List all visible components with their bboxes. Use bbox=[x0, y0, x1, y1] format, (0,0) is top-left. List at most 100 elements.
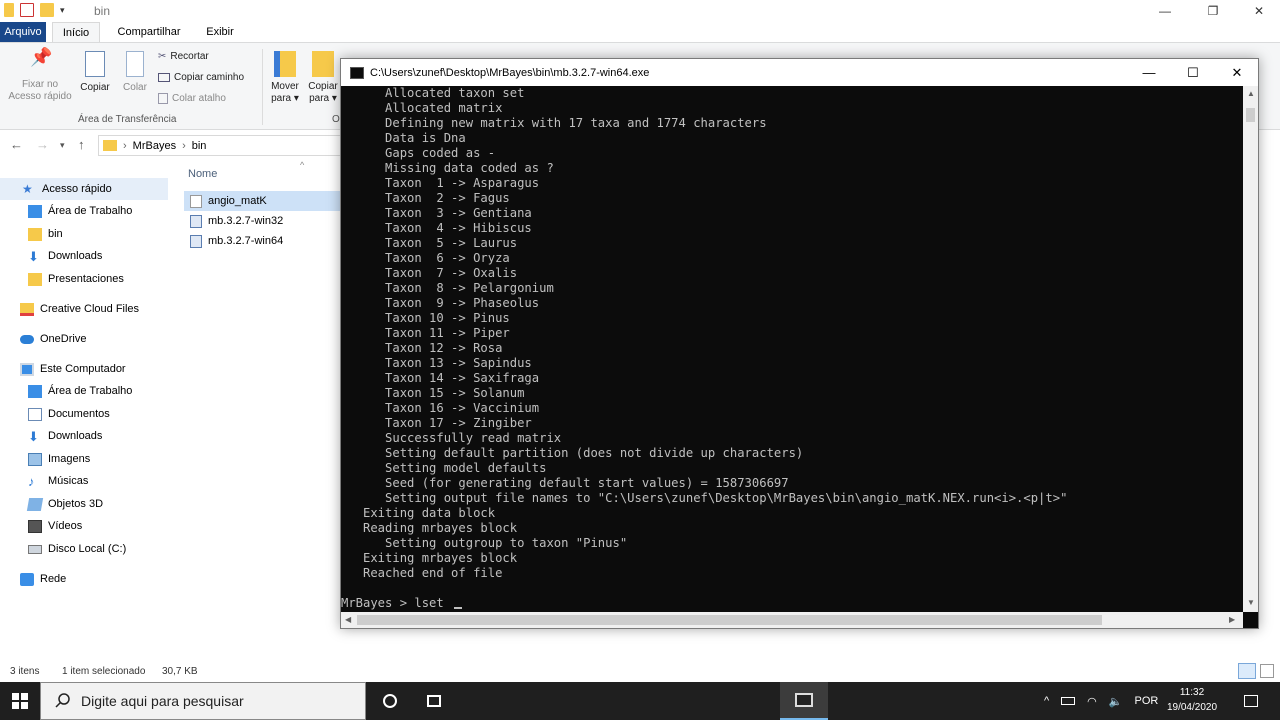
copy-path-icon bbox=[158, 73, 170, 82]
sidebar-item-label: Disco Local (C:) bbox=[48, 543, 127, 555]
paste-button[interactable]: Colar bbox=[118, 51, 152, 94]
copy-button[interactable]: Copiar bbox=[76, 51, 114, 94]
sidebar-item-downloads-pc[interactable]: ⬇ Downloads bbox=[0, 425, 168, 447]
pin-label-1: Fixar no bbox=[21, 79, 59, 90]
task-view-cortana-button[interactable] bbox=[366, 682, 414, 720]
sidebar-item-onedrive[interactable]: OneDrive bbox=[0, 328, 168, 350]
details-view-icon[interactable] bbox=[1238, 663, 1256, 679]
maximize-button[interactable]: ❐ bbox=[1190, 0, 1236, 22]
exe-icon bbox=[190, 234, 202, 248]
sidebar-item-videos[interactable]: Vídeos bbox=[0, 515, 168, 537]
sidebar-item-desktop[interactable]: Área de Trabalho bbox=[0, 200, 168, 222]
sidebar-item-desktop-pc[interactable]: Área de Trabalho bbox=[0, 380, 168, 402]
language-indicator[interactable]: POR bbox=[1134, 695, 1158, 707]
console-line: Taxon 7 -> Oxalis bbox=[341, 266, 518, 280]
console-line: Setting default partition (does not divi… bbox=[341, 446, 804, 460]
tab-file[interactable]: Arquivo bbox=[0, 22, 46, 42]
tab-share[interactable]: Compartilhar bbox=[108, 22, 190, 42]
large-icons-view-icon[interactable] bbox=[1260, 664, 1274, 678]
console-hscroll-thumb[interactable] bbox=[357, 615, 1102, 625]
properties-icon[interactable] bbox=[20, 3, 34, 17]
sidebar-item-presentaciones[interactable]: Presentaciones bbox=[0, 268, 168, 290]
sidebar-item-downloads[interactable]: ⬇ Downloads bbox=[0, 245, 168, 267]
address-bar[interactable]: › MrBayes › bin bbox=[98, 135, 343, 156]
console-title: C:\Users\zunef\Desktop\MrBayes\bin\mb.3.… bbox=[370, 66, 650, 79]
console-maximize-button[interactable]: ☐ bbox=[1171, 59, 1215, 86]
sidebar-item-documents[interactable]: Documentos bbox=[0, 403, 168, 425]
battery-icon[interactable] bbox=[1061, 697, 1076, 705]
close-button[interactable]: ✕ bbox=[1236, 0, 1280, 22]
tab-home[interactable]: Início bbox=[52, 22, 100, 42]
folder-icon bbox=[4, 3, 14, 17]
sidebar-item-3d-objects[interactable]: Objetos 3D bbox=[0, 493, 168, 515]
volume-icon[interactable]: 🔈 bbox=[1109, 695, 1123, 708]
file-row[interactable]: angio_matK bbox=[184, 191, 342, 211]
forward-arrow-icon[interactable]: → bbox=[36, 137, 49, 152]
selection-size: 30,7 KB bbox=[162, 666, 198, 677]
explorer-title: bin bbox=[94, 4, 111, 18]
column-header-name[interactable]: Nome bbox=[188, 168, 217, 180]
action-center-button[interactable] bbox=[1228, 682, 1274, 720]
breadcrumb-mrbayes[interactable]: MrBayes bbox=[133, 140, 176, 152]
sidebar-item-label: Este Computador bbox=[40, 363, 126, 375]
pin-quick-access-button[interactable]: 📌 Fixar no Acesso rápido bbox=[4, 48, 76, 103]
recent-locations-icon[interactable]: ▾ bbox=[60, 140, 65, 151]
console-window[interactable]: C:\Users\zunef\Desktop\MrBayes\bin\mb.3.… bbox=[340, 58, 1259, 629]
scroll-right-icon[interactable]: ▶ bbox=[1229, 615, 1235, 624]
sidebar-item-creative-cloud[interactable]: Creative Cloud Files bbox=[0, 298, 168, 320]
scroll-down-icon[interactable]: ▼ bbox=[1247, 598, 1255, 607]
console-line: Exiting mrbayes block bbox=[341, 551, 518, 565]
system-tray: ^ ◠ 🔈 POR bbox=[1044, 682, 1158, 720]
tab-view[interactable]: Exibir bbox=[196, 22, 244, 42]
console-vscroll-thumb[interactable] bbox=[1246, 108, 1255, 122]
console-prompt-line[interactable]: MrBayes > lset bbox=[341, 596, 1067, 611]
clock[interactable]: 11:32 19/04/2020 bbox=[1162, 685, 1222, 715]
copy-path-button[interactable]: Copiar caminho bbox=[158, 72, 244, 83]
file-row[interactable]: mb.3.2.7-win64 bbox=[184, 231, 342, 251]
desktop-icon bbox=[28, 384, 42, 398]
up-arrow-icon[interactable]: ↑ bbox=[78, 137, 85, 152]
copy-to-button[interactable]: Copiar para ▾ bbox=[306, 51, 340, 105]
sidebar-item-this-pc[interactable]: Este Computador bbox=[0, 358, 168, 380]
wifi-icon[interactable]: ◠ bbox=[1087, 695, 1097, 708]
start-button[interactable] bbox=[0, 682, 40, 720]
file-row[interactable]: mb.3.2.7-win32 bbox=[184, 211, 342, 231]
console-titlebar[interactable]: C:\Users\zunef\Desktop\MrBayes\bin\mb.3.… bbox=[341, 59, 1258, 86]
console-output[interactable]: Allocated taxon set Allocated matrix Def… bbox=[341, 86, 1243, 612]
sidebar-item-label: bin bbox=[48, 228, 63, 240]
taskbar-search[interactable]: Digite aqui para pesquisar bbox=[40, 682, 366, 720]
file-name: angio_matK bbox=[208, 195, 267, 207]
console-close-button[interactable]: ✕ bbox=[1215, 59, 1259, 86]
organize-group-label: O bbox=[332, 114, 340, 125]
sidebar-item-quick-access[interactable]: ★ Acesso rápido bbox=[0, 178, 168, 200]
sidebar-item-music[interactable]: ♪ Músicas bbox=[0, 470, 168, 492]
breadcrumb-bin[interactable]: bin bbox=[192, 140, 207, 152]
sidebar-item-pictures[interactable]: Imagens bbox=[0, 448, 168, 470]
back-arrow-icon[interactable]: ← bbox=[10, 137, 23, 152]
move-to-icon bbox=[274, 51, 296, 77]
breadcrumb-separator: › bbox=[182, 139, 186, 152]
new-folder-icon[interactable] bbox=[40, 3, 54, 17]
console-minimize-button[interactable]: — bbox=[1127, 59, 1171, 86]
customize-toolbar-icon[interactable]: ▾ bbox=[60, 5, 65, 16]
scroll-up-icon[interactable]: ▲ bbox=[1247, 89, 1255, 98]
sidebar-item-bin[interactable]: bin bbox=[0, 223, 168, 245]
console-line: Reached end of file bbox=[341, 566, 503, 580]
scroll-left-icon[interactable]: ◀ bbox=[345, 615, 351, 624]
task-view-button[interactable] bbox=[410, 682, 458, 720]
chevron-up-icon[interactable]: ^ bbox=[1044, 695, 1049, 707]
console-line: Taxon 12 -> Rosa bbox=[341, 341, 503, 355]
cut-button[interactable]: ✂ Recortar bbox=[158, 51, 209, 62]
console-line: Taxon 5 -> Laurus bbox=[341, 236, 518, 250]
minimize-button[interactable]: — bbox=[1142, 0, 1188, 22]
console-horizontal-scrollbar[interactable]: ◀ ▶ bbox=[341, 612, 1243, 628]
sidebar-item-label: Imagens bbox=[48, 453, 91, 465]
console-vertical-scrollbar[interactable]: ▲ ▼ bbox=[1243, 86, 1258, 612]
sidebar-item-label: Objetos 3D bbox=[48, 498, 104, 510]
paste-shortcut-icon bbox=[158, 93, 168, 104]
sidebar-item-network[interactable]: Rede bbox=[0, 568, 168, 590]
paste-shortcut-button[interactable]: Colar atalho bbox=[158, 93, 226, 104]
sidebar-item-local-disk[interactable]: Disco Local (C:) bbox=[0, 538, 168, 560]
move-to-button[interactable]: Mover para ▾ bbox=[266, 51, 304, 105]
taskbar-console-app[interactable] bbox=[780, 682, 828, 720]
